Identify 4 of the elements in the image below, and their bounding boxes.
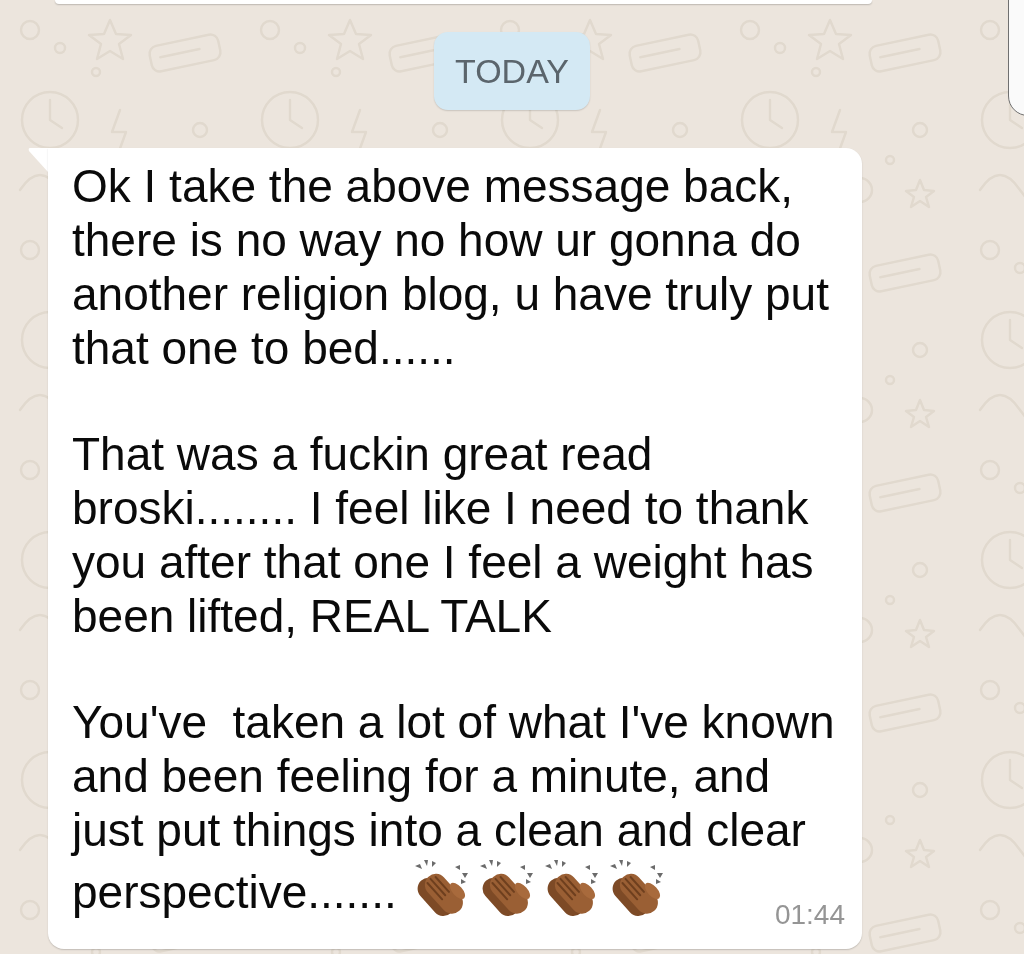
message-text: perspective....... — [72, 866, 397, 918]
message-time: 01:44 — [774, 899, 845, 931]
message-text: That was a fuckin great read broski........ I feel like I need to thank you after that one I feel a weight has been lifted, REAL TALK — [72, 428, 815, 642]
message-text: Ok I take the above message back, there is no way no how ur gonna do another religion blog, u have truly put that one to bed...... — [72, 160, 830, 374]
